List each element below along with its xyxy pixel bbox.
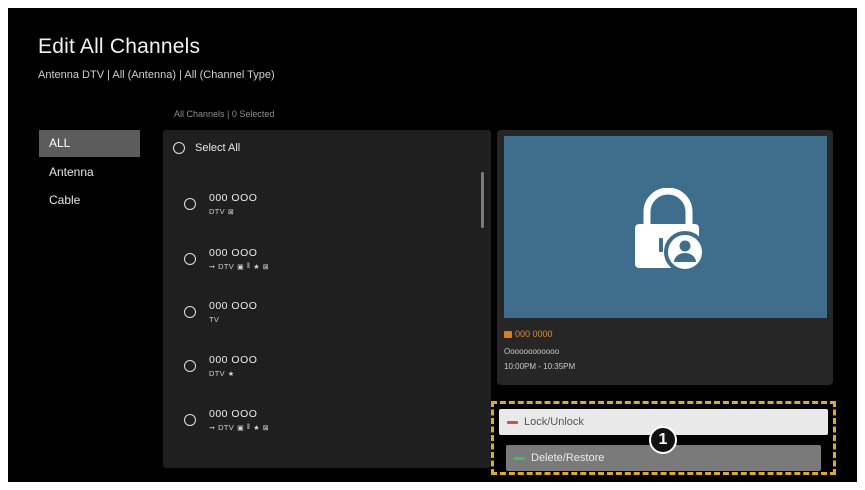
current-channel: 000 0000 — [504, 329, 553, 339]
radio-button — [184, 360, 196, 372]
red-key-icon — [507, 420, 518, 424]
channel-type: DTV — [209, 207, 225, 216]
input-arrow-icon: ➞ — [209, 263, 216, 271]
page-subtitle: Antenna DTV | All (Antenna) | All (Chann… — [38, 69, 275, 81]
page-title: Edit All Channels — [38, 35, 201, 58]
list-header: All Channels | 0 Selected — [174, 109, 275, 119]
star-icon: ★ — [227, 370, 235, 378]
channel-preview-panel: 000 0000 Oooooooooooo 10:00PM - 10:35PM — [497, 130, 833, 385]
scramble-icon: ⊠ — [227, 208, 235, 216]
skip-icon: ‖ — [247, 263, 251, 270]
input-arrow-icon: ➞ — [209, 424, 216, 432]
channel-type: TV — [209, 315, 220, 324]
channel-list: Select All 000 OOO DTV ⊠ 000 OOO ➞ DTV ▣ — [163, 130, 491, 468]
lock-icon: ▣ — [237, 263, 244, 271]
category-cable[interactable]: Cable — [39, 187, 140, 214]
star-icon: ★ — [253, 263, 260, 271]
channel-number: 000 OOO — [209, 300, 258, 312]
channel-row[interactable]: 000 OOO DTV ★ — [184, 348, 464, 384]
channel-row[interactable]: 000 OOO TV — [184, 294, 464, 330]
channel-number: 000 OOO — [209, 247, 258, 259]
radio-button — [184, 198, 196, 210]
locked-channel-icon — [629, 187, 707, 273]
preview-channel-number: 000 0000 — [515, 329, 553, 339]
channel-row[interactable]: 000 OOO ➞ DTV ▣ ‖ ★ ⊠ — [184, 402, 464, 438]
select-all-option[interactable]: Select All — [173, 140, 240, 156]
lock-icon: ▣ — [237, 424, 244, 432]
scramble-icon: ⊠ — [262, 263, 269, 271]
radio-button — [184, 306, 196, 318]
channel-preview-screen — [504, 136, 827, 318]
callout-badge: 1 — [649, 426, 677, 454]
channel-number: 000 OOO — [209, 354, 258, 366]
scramble-icon: ⊠ — [262, 424, 269, 432]
list-scrollbar[interactable] — [481, 172, 484, 228]
green-key-icon — [514, 456, 525, 460]
program-time: 10:00PM - 10:35PM — [504, 362, 576, 371]
channel-type: DTV — [218, 262, 235, 271]
radio-button — [184, 414, 196, 426]
channel-row[interactable]: 000 OOO ➞ DTV ▣ ‖ ★ ⊠ — [184, 241, 464, 277]
delete-restore-label: Delete/Restore — [531, 452, 605, 464]
radio-button — [173, 142, 185, 154]
channel-type: DTV — [209, 369, 225, 378]
select-all-label: Select All — [195, 142, 241, 154]
star-icon: ★ — [253, 424, 260, 432]
channel-number: 000 OOO — [209, 408, 258, 420]
program-title: Oooooooooooo — [504, 347, 560, 356]
channel-row[interactable]: 000 OOO DTV ⊠ — [184, 186, 464, 222]
skip-icon: ‖ — [247, 424, 251, 431]
category-antenna[interactable]: Antenna — [39, 159, 140, 186]
lock-unlock-label: Lock/Unlock — [524, 416, 584, 428]
category-all[interactable]: ALL — [39, 130, 140, 157]
channel-number: 000 OOO — [209, 192, 258, 204]
channel-badge-icon — [504, 330, 512, 338]
channel-type: DTV — [218, 423, 235, 432]
tv-screen: Edit All Channels Antenna DTV | All (Ant… — [8, 8, 857, 482]
radio-button — [184, 253, 196, 265]
